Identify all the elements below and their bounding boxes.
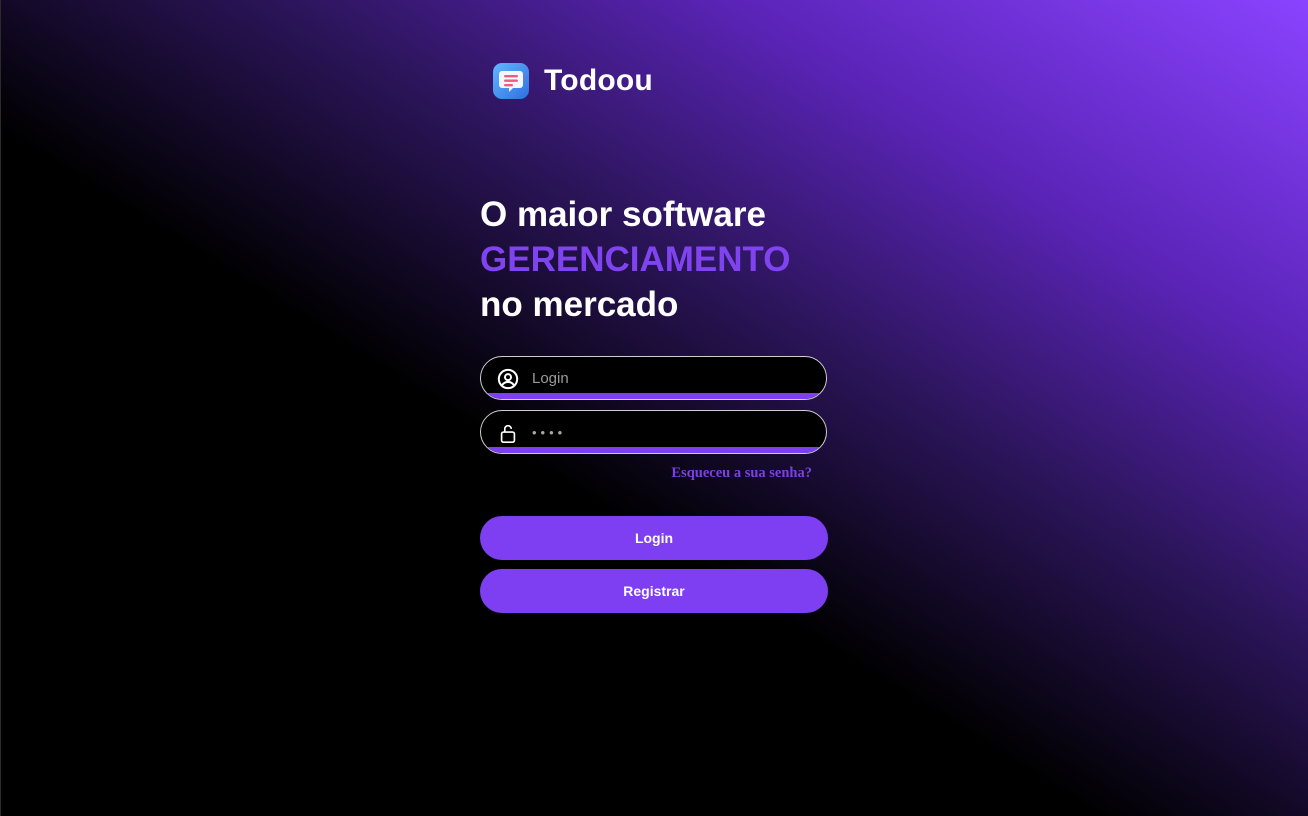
- user-circle-icon: [497, 368, 519, 390]
- brand-header: Todoou: [492, 62, 653, 100]
- password-input[interactable]: [530, 417, 814, 447]
- login-field[interactable]: [480, 356, 827, 400]
- hero-headline: O maior software GERENCIAMENTO no mercad…: [480, 192, 791, 327]
- login-input[interactable]: [530, 363, 814, 393]
- forgot-password-link[interactable]: Esqueceu a sua senha?: [640, 465, 812, 482]
- hero-line-3: no mercado: [480, 285, 679, 324]
- hero-line-1: O maior software: [480, 195, 766, 234]
- brand-name: Todoou: [544, 64, 653, 97]
- password-field[interactable]: [480, 410, 827, 454]
- hero-line-2-accent: GERENCIAMENTO: [480, 240, 791, 279]
- todo-list-app-icon: [493, 63, 529, 99]
- register-button[interactable]: Registrar: [480, 569, 828, 613]
- background-gradient: [0, 0, 1308, 816]
- login-button[interactable]: Login: [480, 516, 828, 560]
- unlock-icon: [500, 424, 516, 443]
